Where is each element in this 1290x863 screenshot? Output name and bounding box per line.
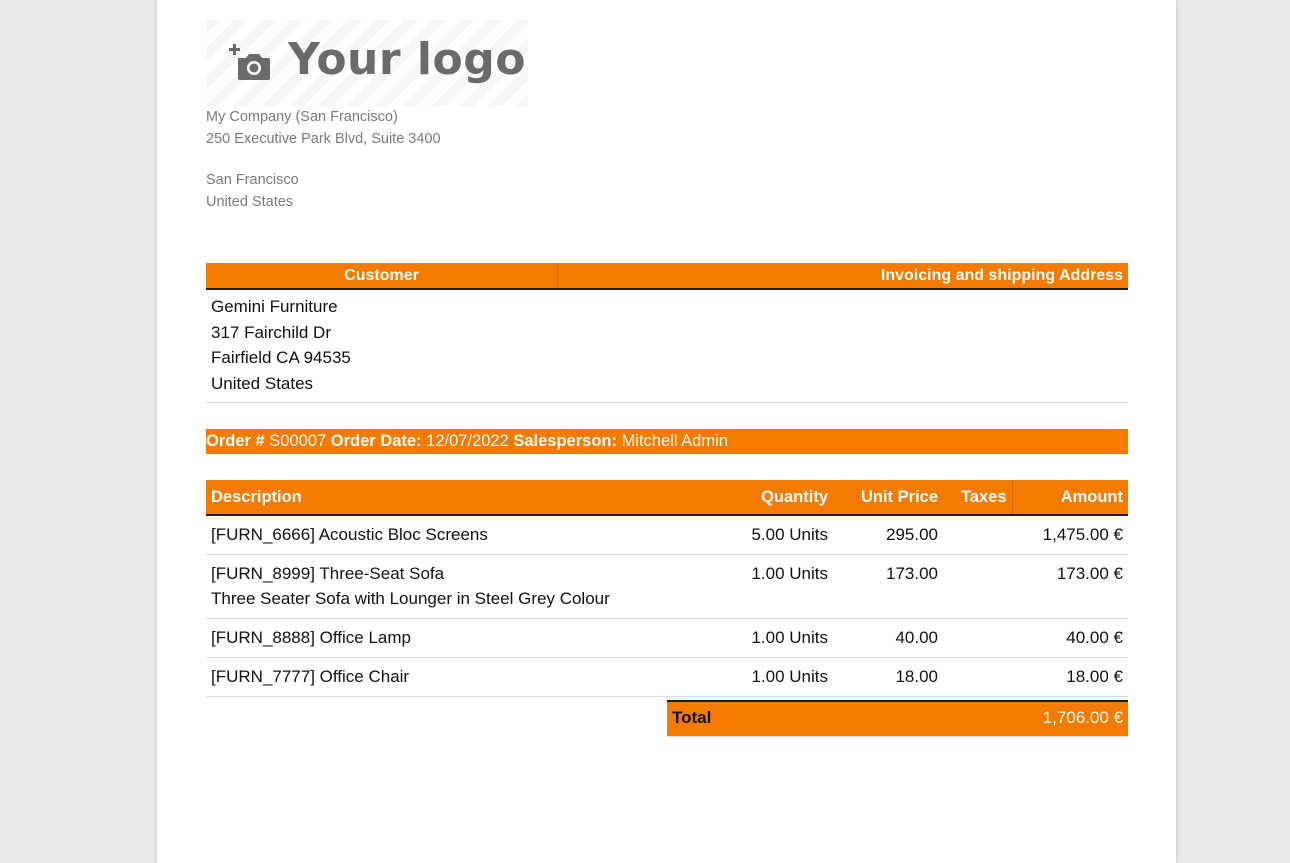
line-taxes: [943, 554, 1012, 619]
line-description: [FURN_6666] Acoustic Bloc Screens: [206, 515, 706, 555]
column-header-unit-price: Unit Price: [833, 480, 943, 516]
customer-header-label: Customer: [206, 263, 558, 288]
customer-header: Customer Invoicing and shipping Address: [206, 263, 1128, 290]
company-address: My Company (San Francisco) 250 Executive…: [206, 106, 441, 213]
company-city: San Francisco: [206, 172, 299, 188]
line-unit-price: 295.00: [833, 515, 943, 555]
customer-street: 317 Fairchild Dr: [211, 322, 331, 342]
product-name: [FURN_8999] Three-Seat Sofa: [211, 564, 445, 583]
logo-placeholder-text: Your logo: [288, 34, 526, 85]
product-name: [FURN_7777] Office Chair: [211, 667, 410, 686]
add-photo-camera-icon: [229, 44, 270, 80]
line-unit-price: 173.00: [833, 554, 943, 619]
column-header-taxes: Taxes: [943, 480, 1012, 516]
table-row: [FURN_6666] Acoustic Bloc Screens 5.00 U…: [206, 515, 1128, 555]
line-amount: 1,475.00 €: [1012, 515, 1128, 555]
total-amount: 1,706.00 €: [1042, 708, 1123, 727]
customer-country: United States: [211, 374, 314, 394]
customer-name: Gemini Furniture: [211, 297, 338, 316]
product-note: Three Seater Sofa with Lounger in Steel …: [211, 589, 610, 608]
line-quantity: 5.00 Units: [706, 515, 833, 555]
product-name: [FURN_6666] Acoustic Bloc Screens: [211, 525, 488, 544]
order-lines-table: Description Quantity Unit Price Taxes Am…: [206, 480, 1128, 697]
order-number: S00007: [269, 432, 327, 450]
table-row: [FURN_7777] Office Chair 1.00 Units 18.0…: [206, 657, 1128, 697]
table-header-row: Description Quantity Unit Price Taxes Am…: [206, 480, 1128, 516]
company-street: 250 Executive Park Blvd, Suite 3400: [206, 131, 441, 147]
order-date-label: Order Date:: [330, 432, 422, 450]
company-logo[interactable]: Your logo: [206, 20, 528, 106]
line-unit-price: 18.00: [833, 657, 943, 697]
column-header-description: Description: [206, 480, 706, 516]
line-description: [FURN_7777] Office Chair: [206, 657, 706, 697]
line-quantity: 1.00 Units: [706, 554, 833, 619]
order-info-bar: Order # S00007 Order Date: 12/07/2022 Sa…: [206, 429, 1128, 454]
company-country: United States: [206, 194, 294, 210]
order-number-label: Order #: [206, 432, 265, 450]
line-description: [FURN_8999] Three-Seat Sofa Three Seater…: [206, 554, 706, 619]
address-header-label: Invoicing and shipping Address: [880, 267, 1123, 284]
table-row: [FURN_8999] Three-Seat Sofa Three Seater…: [206, 554, 1128, 619]
product-name: [FURN_8888] Office Lamp: [211, 628, 411, 647]
line-taxes: [943, 618, 1012, 658]
company-name: My Company (San Francisco): [206, 109, 398, 125]
line-amount: 18.00 €: [1012, 657, 1128, 697]
report-page: Your logo My Company (San Francisco) 250…: [157, 0, 1176, 863]
line-description: [FURN_8888] Office Lamp: [206, 618, 706, 658]
line-quantity: 1.00 Units: [706, 618, 833, 658]
customer-city-zip: Fairfield CA 94535: [211, 348, 351, 368]
line-taxes: [943, 657, 1012, 697]
column-header-amount: Amount: [1011, 480, 1128, 516]
line-quantity: 1.00 Units: [706, 657, 833, 697]
total-label: Total: [672, 708, 712, 727]
line-amount: 40.00 €: [1012, 618, 1128, 658]
address-spacer: [206, 150, 441, 169]
salesperson-name: Mitchell Admin: [621, 432, 728, 450]
column-header-quantity: Quantity: [706, 480, 833, 516]
salesperson-label: Salesperson:: [513, 432, 617, 450]
total-row: Total 1,706.00 €: [667, 700, 1128, 737]
line-unit-price: 40.00: [833, 618, 943, 658]
table-row: [FURN_8888] Office Lamp 1.00 Units 40.00…: [206, 618, 1128, 658]
line-amount: 173.00 €: [1012, 554, 1128, 619]
line-taxes: [943, 515, 1012, 555]
order-date: 12/07/2022: [426, 432, 509, 450]
customer-address-block: Gemini Furniture 317 Fairchild Dr Fairfi…: [206, 293, 1128, 403]
